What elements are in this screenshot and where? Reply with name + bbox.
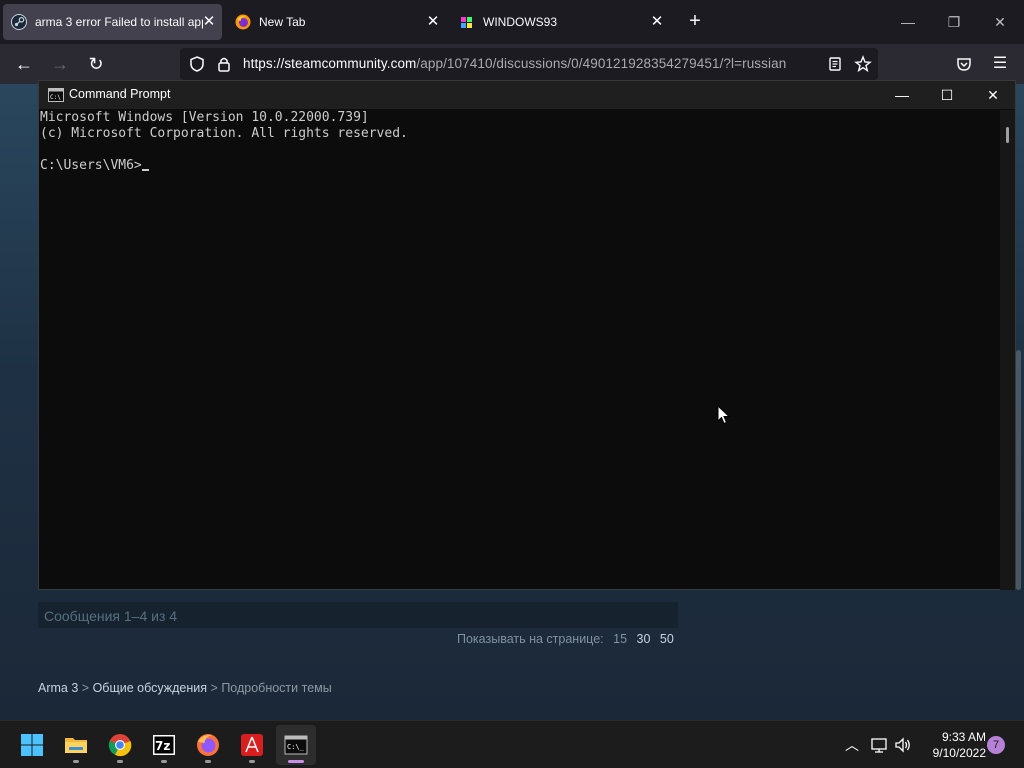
console-line: (c) Microsoft Corporation. All rights re… bbox=[40, 126, 408, 141]
url-path: /app/107410/discussions/0/49012192835427… bbox=[416, 56, 787, 71]
running-indicator bbox=[161, 760, 167, 763]
tab-windows93[interactable]: WINDOWS93 ✕ bbox=[451, 4, 670, 40]
back-button[interactable]: ← bbox=[11, 52, 37, 76]
minimize-icon[interactable]: — bbox=[896, 10, 920, 34]
breadcrumb-general-discussions[interactable]: Общие обсуждения bbox=[93, 681, 207, 695]
lock-icon[interactable] bbox=[215, 55, 233, 73]
restore-icon[interactable]: ❐ bbox=[942, 10, 966, 34]
cmd-close-icon[interactable]: ✕ bbox=[970, 81, 1016, 109]
url-bar[interactable]: https://steamcommunity.com/app/107410/di… bbox=[180, 48, 878, 80]
text-cursor bbox=[141, 169, 149, 171]
cmd-scrollbar-track[interactable] bbox=[1000, 110, 1015, 590]
cmd-minimize-icon[interactable]: — bbox=[879, 81, 925, 109]
command-prompt-window[interactable]: C:\ Command Prompt — ☐ ✕ Microsoft Windo… bbox=[38, 80, 1016, 590]
close-tab-icon[interactable]: ✕ bbox=[202, 14, 216, 29]
cmd-scrollbar-thumb[interactable] bbox=[1006, 127, 1009, 143]
reload-button[interactable]: ↻ bbox=[83, 52, 109, 76]
running-indicator bbox=[205, 760, 211, 763]
url-text[interactable]: https://steamcommunity.com/app/107410/di… bbox=[243, 56, 786, 71]
svg-text:C:\: C:\ bbox=[50, 94, 61, 101]
chrome-icon bbox=[108, 734, 132, 757]
cmd-title: Command Prompt bbox=[69, 87, 171, 101]
page-scrollbar[interactable] bbox=[1016, 350, 1021, 590]
console-prompt: C:\Users\VM6> bbox=[40, 158, 142, 173]
close-tab-icon[interactable]: ✕ bbox=[650, 14, 664, 29]
tab-label: New Tab bbox=[259, 15, 306, 29]
taskbar: 7z C:\_ ︿ 9:33 AM 9/10/2022 7 bbox=[0, 720, 1024, 768]
taskbar-command-prompt[interactable]: C:\_ bbox=[276, 725, 316, 765]
close-tab-icon[interactable]: ✕ bbox=[426, 14, 440, 29]
breadcrumb-separator: > bbox=[210, 681, 218, 695]
running-indicator bbox=[249, 760, 255, 763]
cmd-icon: C:\_ bbox=[284, 735, 308, 755]
running-indicator bbox=[73, 760, 79, 763]
new-tab-button[interactable]: + bbox=[684, 10, 706, 32]
tab-new-tab[interactable]: New Tab ✕ bbox=[227, 4, 446, 40]
message-count: Сообщения 1–4 из 4 bbox=[44, 608, 178, 624]
steam-icon bbox=[11, 14, 27, 30]
forward-button[interactable]: → bbox=[47, 52, 73, 76]
console-prompt-line[interactable]: C:\Users\VM6> bbox=[40, 158, 999, 174]
mouse-pointer-icon bbox=[717, 405, 731, 425]
per-page-option-30[interactable]: 30 bbox=[637, 632, 651, 646]
cmd-maximize-icon[interactable]: ☐ bbox=[924, 81, 970, 109]
cmd-title-bar[interactable]: C:\ Command Prompt — ☐ ✕ bbox=[39, 81, 1015, 109]
browser-nav-bar: ← → ↻ https://steamcommunity.com/app/107… bbox=[0, 44, 1024, 84]
breadcrumb: Arma 3 > Общие обсуждения > Подробности … bbox=[38, 681, 332, 695]
active-indicator bbox=[288, 760, 304, 763]
per-page-option-15: 15 bbox=[613, 632, 628, 646]
windows93-icon bbox=[461, 17, 472, 28]
clock-date: 9/10/2022 bbox=[932, 746, 986, 760]
cmd-icon: C:\ bbox=[48, 88, 64, 102]
shield-icon[interactable] bbox=[188, 55, 206, 73]
breadcrumb-separator: > bbox=[81, 681, 90, 695]
cmd-console[interactable]: Microsoft Windows [Version 10.0.22000.73… bbox=[39, 110, 999, 590]
pocket-icon[interactable] bbox=[955, 55, 973, 73]
7zip-icon: 7z bbox=[153, 735, 175, 755]
breadcrumb-arma3[interactable]: Arma 3 bbox=[38, 681, 78, 695]
clock[interactable]: 9:33 AM 9/10/2022 bbox=[920, 729, 986, 761]
breadcrumb-topic-details: Подробности темы bbox=[221, 681, 332, 695]
tab-label: WINDOWS93 bbox=[483, 15, 558, 29]
folder-icon bbox=[65, 738, 87, 753]
console-line: Microsoft Windows [Version 10.0.22000.73… bbox=[40, 110, 369, 125]
url-domain: https://steamcommunity.com bbox=[243, 56, 417, 71]
taskbar-chrome[interactable] bbox=[100, 725, 140, 765]
clock-time: 9:33 AM bbox=[941, 730, 986, 744]
show-hidden-icons-chevron-icon[interactable]: ︿ bbox=[842, 735, 862, 755]
notification-badge[interactable]: 7 bbox=[987, 736, 1005, 754]
network-icon[interactable] bbox=[870, 736, 888, 754]
tab-label: arma 3 error Failed to install app bbox=[35, 15, 203, 29]
firefox-icon bbox=[235, 14, 251, 30]
browser-tab-bar: arma 3 error Failed to install app ✕ New… bbox=[0, 0, 1024, 44]
running-indicator bbox=[117, 760, 123, 763]
taskbar-7zip[interactable]: 7z bbox=[144, 725, 184, 765]
close-window-icon[interactable]: ✕ bbox=[988, 10, 1012, 34]
menu-icon[interactable]: ☰ bbox=[987, 52, 1013, 76]
per-page-label: Показывать на странице: bbox=[457, 632, 604, 646]
start-button[interactable] bbox=[12, 725, 52, 765]
volume-icon[interactable] bbox=[894, 736, 912, 754]
taskbar-firefox[interactable] bbox=[188, 725, 228, 765]
per-page-option-50[interactable]: 50 bbox=[660, 632, 674, 646]
per-page-selector: Показывать на странице: 15 30 50 bbox=[457, 632, 674, 646]
svg-text:7z: 7z bbox=[155, 739, 170, 753]
tab-steam[interactable]: arma 3 error Failed to install app ✕ bbox=[3, 4, 222, 40]
reader-view-icon[interactable] bbox=[826, 55, 844, 73]
taskbar-file-explorer[interactable] bbox=[56, 725, 96, 765]
acrobat-icon bbox=[241, 734, 263, 756]
windows-start-icon bbox=[21, 734, 43, 756]
svg-text:C:\_: C:\_ bbox=[287, 743, 305, 751]
bookmark-star-icon[interactable] bbox=[854, 55, 872, 73]
taskbar-acrobat[interactable] bbox=[232, 725, 272, 765]
firefox-icon bbox=[197, 734, 219, 756]
